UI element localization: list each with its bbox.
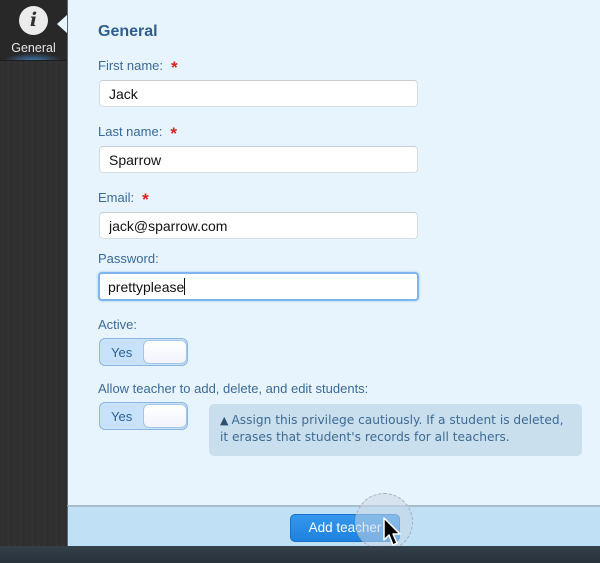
required-indicator: * (171, 58, 178, 77)
required-indicator: * (142, 190, 149, 209)
toggle-yes-label: Yes (111, 345, 133, 360)
required-indicator: * (170, 124, 177, 143)
sidebar-item-label: General (11, 41, 56, 55)
mouse-cursor-icon (383, 517, 401, 546)
first-name-input[interactable] (99, 80, 418, 107)
allow-edit-students-label: Allow teacher to add, delete, and edit s… (98, 381, 369, 396)
warning-text: Assign this privilege cautiously. If a s… (220, 413, 564, 444)
toggle-knob[interactable] (143, 340, 187, 364)
active-toggle[interactable]: Yes (99, 338, 188, 366)
allow-edit-students-toggle[interactable]: Yes (99, 402, 188, 430)
text-caret (184, 278, 185, 295)
active-tab-notch (57, 15, 67, 33)
password-label: Password: (98, 251, 159, 266)
email-label: Email: * (98, 190, 149, 209)
warning-note: ▲ Assign this privilege cautiously. If a … (209, 404, 582, 456)
first-name-label: First name: * (98, 58, 178, 77)
bottom-bar (0, 546, 600, 563)
active-label: Active: (98, 317, 138, 332)
last-name-label: Last name: * (98, 124, 177, 143)
password-input[interactable] (98, 272, 419, 301)
toggle-yes-label: Yes (111, 409, 133, 424)
info-icon: i (19, 6, 48, 35)
form-footer: Add teacher (67, 505, 600, 546)
last-name-input[interactable] (99, 146, 418, 173)
warning-icon: ▲ (220, 414, 229, 427)
section-title: General (98, 23, 158, 40)
sidebar: i General (0, 0, 67, 563)
toggle-knob[interactable] (143, 404, 187, 428)
email-input[interactable] (99, 212, 418, 239)
form-panel: General First name:* Last name:* Email:*… (57, 0, 600, 505)
